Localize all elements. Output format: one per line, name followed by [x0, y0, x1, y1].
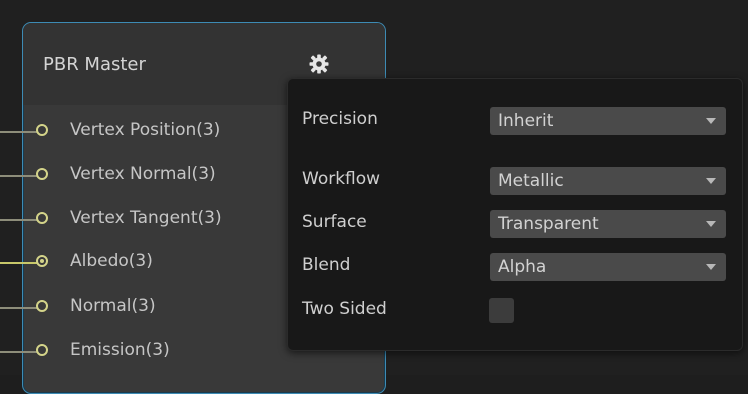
chevron-down-icon	[706, 178, 716, 184]
workflow-value: Metallic	[498, 171, 564, 191]
port-connection	[0, 131, 38, 133]
port-circle-icon[interactable]	[36, 300, 48, 312]
port-connection	[0, 307, 38, 309]
port-connection	[0, 262, 38, 264]
workflow-dropdown[interactable]: Metallic	[490, 167, 726, 195]
node-title: PBR Master	[43, 54, 146, 75]
chevron-down-icon	[706, 221, 716, 227]
port-row-vertex-normal[interactable]: Vertex Normal(3)	[0, 164, 280, 188]
port-circle-icon[interactable]	[36, 255, 48, 267]
port-circle-icon[interactable]	[36, 124, 48, 136]
precision-dropdown[interactable]: Inherit	[490, 107, 726, 135]
port-label: Vertex Position(3)	[70, 120, 221, 140]
port-circle-icon[interactable]	[36, 344, 48, 356]
port-label: Emission(3)	[70, 340, 170, 360]
chevron-down-icon	[706, 264, 716, 270]
port-connection	[0, 175, 38, 177]
blend-value: Alpha	[498, 257, 547, 277]
precision-value: Inherit	[498, 111, 554, 131]
port-label: Vertex Normal(3)	[70, 164, 216, 184]
two-sided-label: Two Sided	[302, 299, 387, 319]
port-label: Vertex Tangent(3)	[70, 208, 222, 228]
port-row-vertex-tangent[interactable]: Vertex Tangent(3)	[0, 208, 280, 232]
port-circle-icon[interactable]	[36, 168, 48, 180]
node-settings-popup: Precision Inherit Workflow Metallic Surf…	[287, 78, 743, 351]
two-sided-checkbox[interactable]	[489, 298, 514, 323]
gear-icon[interactable]	[308, 53, 330, 75]
port-circle-icon[interactable]	[36, 212, 48, 224]
port-label: Normal(3)	[70, 296, 156, 316]
blend-dropdown[interactable]: Alpha	[490, 253, 726, 281]
port-row-normal[interactable]: Normal(3)	[0, 296, 280, 320]
blend-label: Blend	[302, 255, 351, 275]
port-row-vertex-position[interactable]: Vertex Position(3)	[0, 120, 280, 144]
workflow-label: Workflow	[302, 169, 381, 189]
port-row-albedo[interactable]: Albedo(3)	[0, 251, 280, 275]
port-label: Albedo(3)	[70, 251, 153, 271]
surface-label: Surface	[302, 212, 367, 232]
surface-value: Transparent	[498, 214, 599, 234]
port-connection	[0, 351, 38, 353]
port-row-emission[interactable]: Emission(3)	[0, 340, 280, 364]
precision-label: Precision	[302, 109, 378, 129]
surface-dropdown[interactable]: Transparent	[490, 210, 726, 238]
port-connection	[0, 219, 38, 221]
chevron-down-icon	[706, 118, 716, 124]
